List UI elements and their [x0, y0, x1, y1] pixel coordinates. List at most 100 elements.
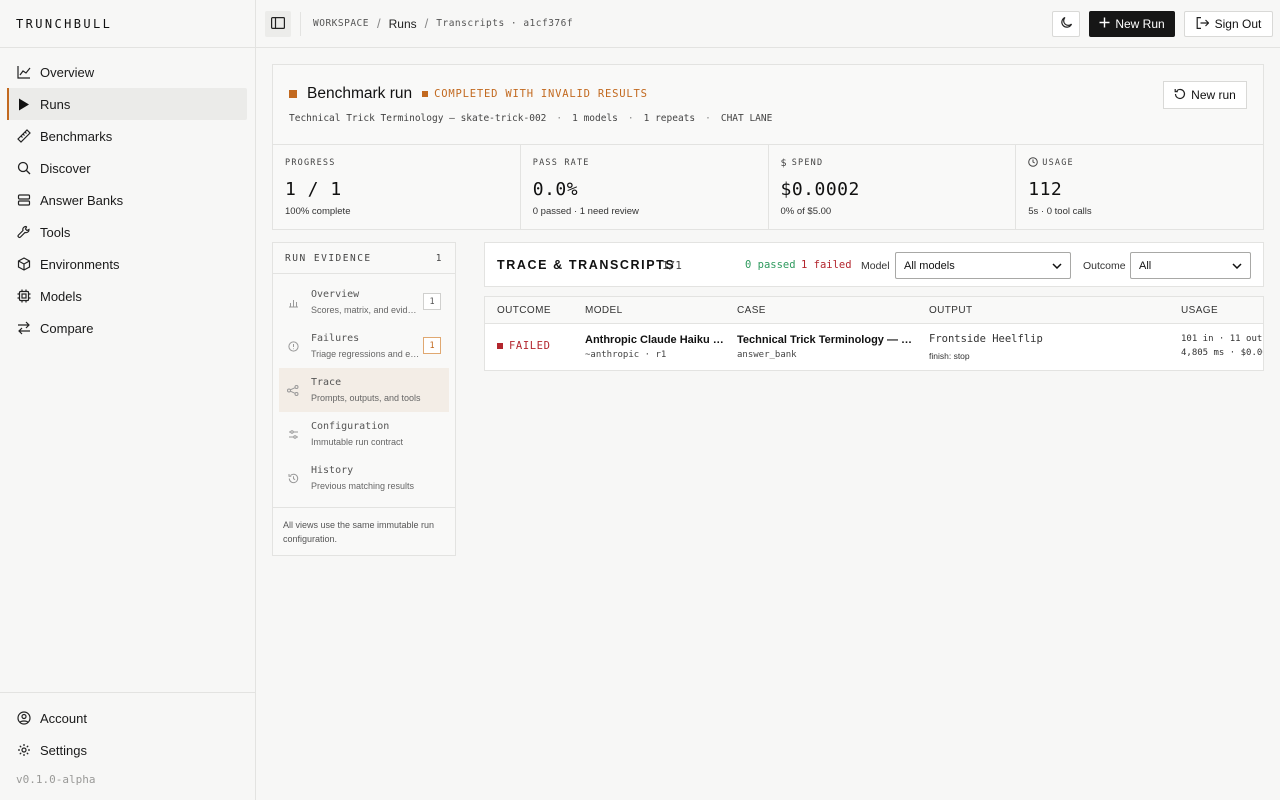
chevron-down-icon [1052, 260, 1062, 272]
evidence-title: RUN EVIDENCE [285, 252, 372, 264]
failed-square-icon [497, 343, 503, 349]
stat-label: PROGRESS [285, 158, 336, 168]
sidebar-item-benchmarks[interactable]: Benchmarks [8, 120, 247, 152]
output-cell: Frontside Heelflip finish: stop [929, 333, 1169, 361]
case-cell: Technical Trick Terminology — skate-tric… [737, 334, 917, 360]
history-icon [287, 473, 299, 484]
sidebar-item-label: Runs [40, 96, 71, 112]
run-title: Benchmark run [307, 85, 413, 102]
evidence-item-overview[interactable]: Overview Scores, matrix, and evidence 1 [279, 280, 449, 324]
rerun-button[interactable]: New run [1163, 81, 1247, 109]
search-icon [16, 160, 32, 176]
new-run-button[interactable]: New Run [1089, 11, 1175, 37]
sidebar-item-settings[interactable]: Settings [8, 734, 247, 766]
sidebar-item-runs[interactable]: Runs [7, 88, 247, 120]
sidebar-item-account[interactable]: Account [8, 702, 247, 734]
run-meta-repeats: 1 repeats [643, 113, 696, 124]
stat-usage: USAGE 112 5s · 0 tool calls [1016, 145, 1263, 230]
model-filter-value: All models [904, 259, 955, 272]
evidence-text: Failures Triage regressions and errors [311, 333, 421, 359]
column-header-case[interactable]: CASE [737, 305, 766, 316]
run-meta-models: 1 models [572, 113, 618, 124]
evidence-text: Overview Scores, matrix, and evidence [311, 289, 421, 315]
trace-header: TRACE & TRANSCRIPTS 1/1 0 passed 1 faile… [484, 242, 1264, 287]
rerun-label: New run [1191, 88, 1236, 102]
sidebar-item-label: Discover [40, 160, 91, 176]
meta-separator: · [627, 113, 634, 124]
meta-separator: · [556, 113, 563, 124]
evidence-header: RUN EVIDENCE 1 [273, 243, 455, 274]
model-name: Anthropic Claude Haiku Latest [585, 334, 727, 346]
stat-label: PASS RATE [532, 158, 590, 168]
sign-out-button[interactable]: Sign Out [1184, 11, 1273, 37]
failed-count: 1 failed [801, 259, 852, 271]
transcripts-table: OUTCOME MODEL CASE OUTPUT USAGE FAILED A… [484, 296, 1264, 371]
column-header-output[interactable]: OUTPUT [929, 305, 973, 316]
usage-cell: 101 in · 11 out 4,805 ms · $0.0002 [1181, 334, 1263, 358]
stat-label-row: USAGE [1028, 156, 1251, 168]
sidebar-item-tools[interactable]: Tools [8, 216, 247, 248]
stat-label: SPEND [791, 158, 824, 168]
chip-icon [16, 288, 32, 304]
evidence-item-desc: Scores, matrix, and evidence [311, 305, 421, 315]
column-header-outcome[interactable]: OUTCOME [497, 305, 551, 316]
sidebar-item-overview[interactable]: Overview [8, 56, 247, 88]
evidence-footer: All views use the same immutable run con… [273, 507, 455, 556]
topbar: WORKSPACE / Runs / Transcripts · a1cf376… [256, 0, 1280, 48]
sidebar-item-compare[interactable]: Compare [8, 312, 247, 344]
case-source: answer_bank [737, 350, 797, 360]
run-evidence-panel: RUN EVIDENCE 1 Overview Scores, matrix, … [272, 242, 456, 556]
column-header-model[interactable]: MODEL [585, 305, 623, 316]
sidebar-item-models[interactable]: Models [8, 280, 247, 312]
sidebar-item-answer-banks[interactable]: Answer Banks [8, 184, 247, 216]
meta-separator: · [705, 113, 711, 124]
brand-logo[interactable]: TRUNCHBULL [0, 0, 255, 48]
column-header-usage[interactable]: USAGE [1181, 305, 1218, 316]
sign-out-label: Sign Out [1214, 17, 1262, 31]
case-name: Technical Trick Terminology — skate-tric… [737, 334, 917, 346]
passed-count: 0 passed [745, 259, 796, 271]
cube-icon [16, 256, 32, 272]
bar-chart-icon [287, 297, 299, 308]
evidence-item-title: Overview [311, 289, 360, 300]
share-nodes-icon [287, 384, 299, 396]
run-stats: PROGRESS 1 / 1 100% complete PASS RATE 0… [273, 144, 1263, 230]
chart-line-icon [16, 64, 32, 80]
outcome-filter-select[interactable]: All [1130, 252, 1251, 279]
evidence-badge: 1 [423, 337, 441, 354]
ruler-icon [16, 128, 32, 144]
model-filter-select[interactable]: All models [895, 252, 1071, 279]
outcome-filter-value: All [1139, 259, 1152, 272]
table-row[interactable]: FAILED Anthropic Claude Haiku Latest ~an… [485, 324, 1263, 370]
sidebar-item-label: Models [40, 288, 82, 304]
model-filter-label: Model [861, 260, 890, 272]
compare-arrows-icon [16, 320, 32, 336]
sidebar-item-discover[interactable]: Discover [8, 152, 247, 184]
evidence-item-failures[interactable]: Failures Triage regressions and errors 1 [279, 324, 449, 368]
finish-reason: finish: stop [929, 351, 970, 361]
stat-sub: 5s · 0 tool calls [1028, 206, 1092, 217]
sign-out-icon [1196, 16, 1209, 32]
dollar-icon: $ [780, 157, 788, 169]
user-circle-icon [16, 710, 32, 726]
trace-count: 1/1 [662, 259, 682, 272]
sidebar-bottom: Account Settings [0, 692, 255, 766]
alert-circle-icon [287, 340, 299, 352]
evidence-item-trace[interactable]: Trace Prompts, outputs, and tools [279, 368, 449, 412]
status-dot-icon [422, 91, 429, 97]
evidence-item-history[interactable]: History Previous matching results [279, 456, 449, 500]
trace-title: TRACE & TRANSCRIPTS [497, 258, 676, 272]
theme-toggle-button[interactable] [1052, 11, 1080, 37]
evidence-item-configuration[interactable]: Configuration Immutable run contract [279, 412, 449, 456]
stat-sub: 0% of $5.00 [780, 206, 832, 217]
stat-label-row: $ SPEND [780, 157, 1004, 169]
run-summary-card: Benchmark run COMPLETED WITH INVALID RES… [272, 64, 1264, 230]
sidebar-item-environments[interactable]: Environments [8, 248, 247, 280]
moon-icon [1060, 16, 1073, 32]
run-title-row: Benchmark run COMPLETED WITH INVALID RES… [289, 85, 648, 103]
sidebar-item-label: Environments [40, 256, 120, 272]
chevron-down-icon [1232, 260, 1242, 272]
stat-label: USAGE [1042, 158, 1074, 168]
plus-icon [1099, 17, 1110, 31]
gear-icon [16, 742, 32, 758]
